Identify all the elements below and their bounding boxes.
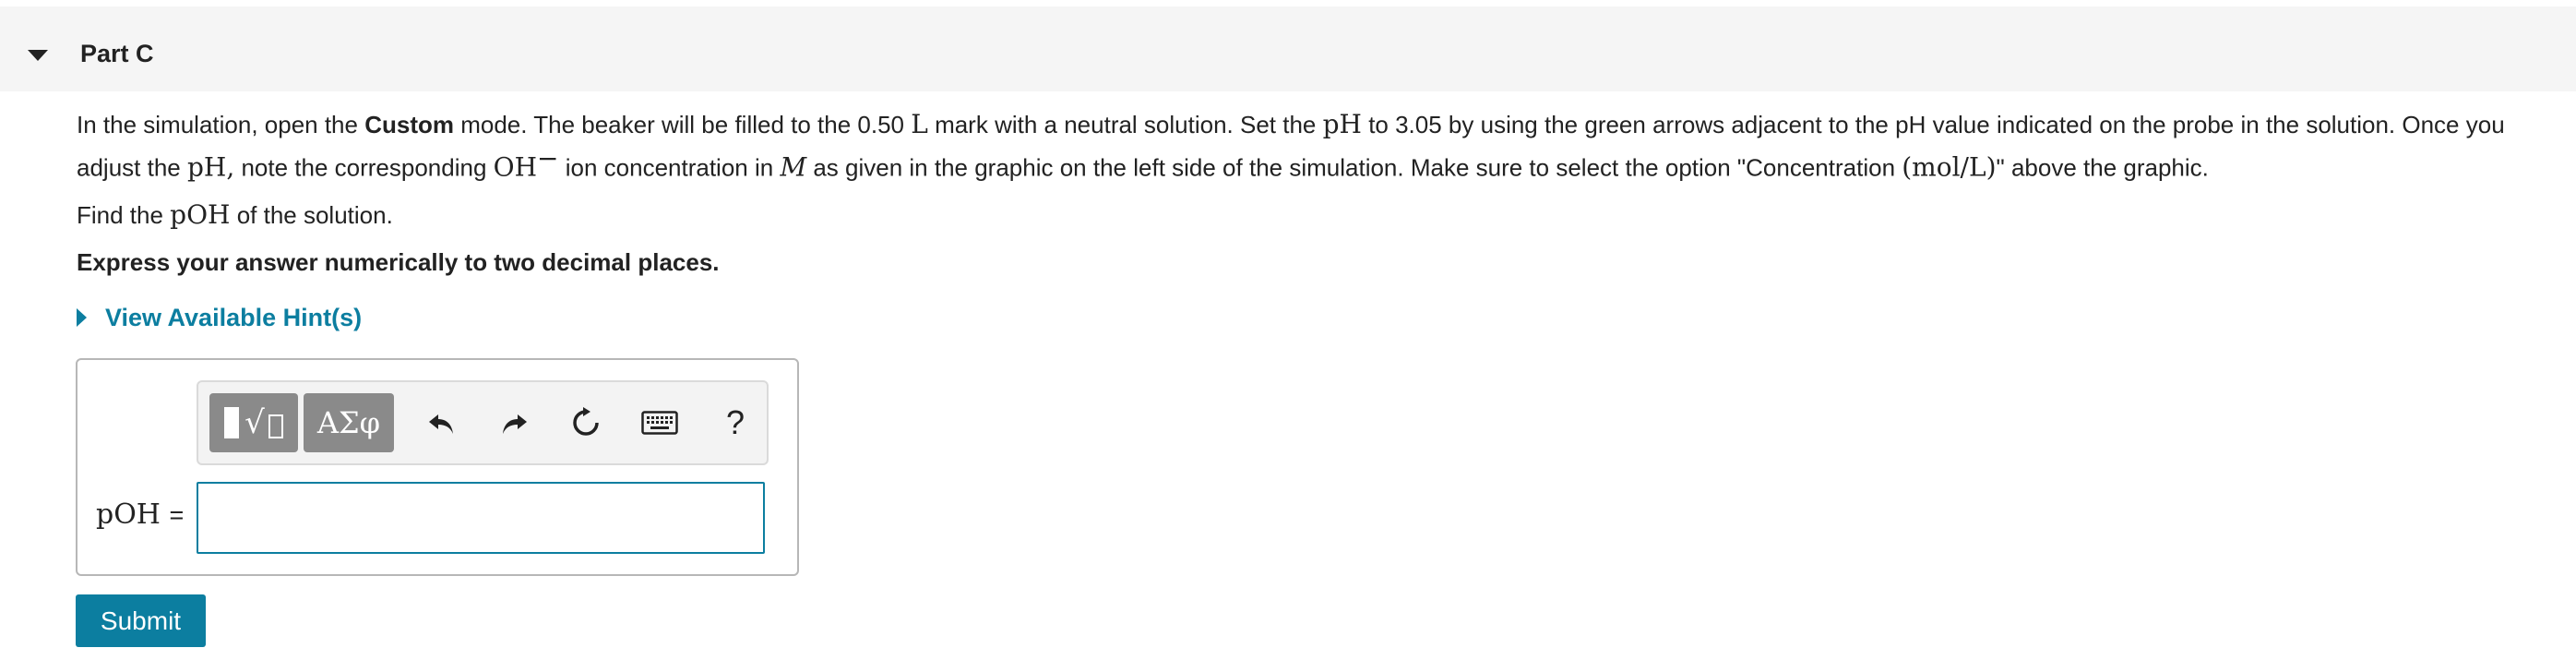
- collapse-caret-icon[interactable]: [28, 50, 48, 61]
- question-text: note the corresponding: [234, 153, 494, 182]
- hydroxide-symbol: OH: [493, 151, 538, 183]
- part-title: Part C: [80, 40, 154, 67]
- reset-icon[interactable]: [566, 402, 606, 443]
- liter-symbol: L: [911, 109, 928, 139]
- question-text: to 3.05 by using the green arrows adjace…: [1361, 111, 2505, 138]
- ph-symbol: pH: [1322, 109, 1362, 139]
- question-text: as given in the graphic on the left side…: [806, 153, 1902, 182]
- view-hints-label: View Available Hint(s): [105, 304, 363, 331]
- expand-caret-icon: [77, 307, 87, 327]
- poh-symbol: pOH: [170, 199, 231, 230]
- question-text: Find the: [77, 201, 171, 229]
- molarity-symbol: M: [780, 151, 807, 183]
- poh-symbol: pOH: [96, 498, 161, 531]
- answer-input[interactable]: [197, 482, 765, 554]
- part-header[interactable]: Part C: [0, 6, 2576, 91]
- view-hints-link[interactable]: View Available Hint(s): [77, 304, 362, 332]
- ph-symbol: pH,: [186, 151, 235, 183]
- symbols-button[interactable]: ΑΣφ: [304, 393, 394, 452]
- question-text: adjust the: [77, 153, 187, 182]
- equals-sign: =: [169, 501, 185, 529]
- question-text: mode. The beaker will be filled to the 0…: [453, 111, 912, 138]
- question-text: of the solution.: [230, 201, 393, 229]
- charge-superscript: −: [537, 143, 559, 174]
- question-line-2: adjust the pH, note the corresponding OH…: [77, 141, 2209, 186]
- submit-button[interactable]: Submit: [76, 594, 206, 647]
- undo-icon[interactable]: [422, 402, 462, 443]
- find-instruction: Find the pOH of the solution.: [77, 198, 393, 233]
- question-line-1: In the simulation, open the Custom mode.…: [77, 107, 2505, 142]
- math-toolbar: √ ΑΣφ ?: [197, 380, 769, 465]
- question-text: " above the graphic.: [1996, 153, 2209, 182]
- answer-format-instruction: Express your answer numerically to two d…: [77, 248, 720, 276]
- answer-variable-label: pOH =: [96, 498, 184, 531]
- custom-mode-text: Custom: [364, 111, 454, 138]
- question-text: mark with a neutral solution. Set the: [927, 111, 1323, 138]
- templates-icon: √: [224, 404, 283, 441]
- question-text: ion concentration in: [558, 153, 781, 182]
- keyboard-icon[interactable]: [639, 402, 680, 443]
- redo-icon[interactable]: [494, 402, 534, 443]
- unit-expression: (mol/L): [1902, 151, 1997, 183]
- help-button[interactable]: ?: [715, 397, 756, 449]
- question-text: In the simulation, open the: [77, 111, 365, 138]
- templates-button[interactable]: √: [209, 393, 298, 452]
